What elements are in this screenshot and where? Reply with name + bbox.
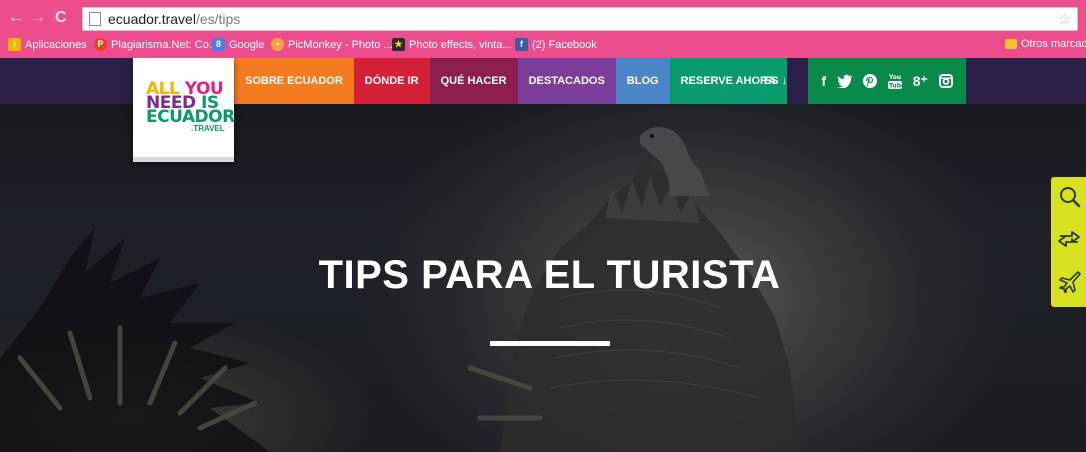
social-bar: f You Tube 8⁺ — [808, 58, 966, 104]
logo-travel: .TRAVEL — [191, 124, 225, 133]
browser-chrome: ← → C ecuador.travel/es/tips ☆ ⁝ Aplicaci… — [0, 0, 1086, 58]
bookmark-label: Plagiarisma.Net: Co... — [111, 38, 218, 51]
address-bar[interactable]: ecuador.travel/es/tips ☆ — [82, 7, 1078, 31]
language-selector[interactable]: ES ↓ — [753, 58, 798, 104]
airplane-icon[interactable] — [1057, 269, 1081, 293]
bookmark-photo-effects[interactable]: ★ Photo effects, vinta... — [392, 38, 512, 51]
svg-text:Tube: Tube — [889, 83, 902, 90]
photo-effects-icon: ★ — [392, 38, 405, 51]
bookmarks-bar: ⁝ Aplicaciones P Plagiarisma.Net: Co... 8G… — [0, 36, 1086, 56]
bookmark-facebook[interactable]: f (2) Facebook — [515, 38, 597, 51]
googleplus-icon[interactable]: 8⁺ — [913, 73, 928, 90]
bookmark-other[interactable]: Otros marcado — [1005, 38, 1086, 50]
apps-icon: ⁝ — [8, 38, 21, 51]
menu-donde-ir[interactable]: DÓNDE IR — [353, 58, 430, 104]
pinterest-icon[interactable] — [863, 74, 878, 88]
bookmark-label: (2) Facebook — [532, 38, 597, 51]
website: SOBRE ECUADOR DÓNDE IR QUÉ HACER DESTACA… — [0, 58, 1086, 452]
menu-destacados[interactable]: DESTACADOS — [517, 58, 616, 104]
google-icon: 8 — [212, 38, 225, 51]
youtube-icon[interactable]: You Tube — [888, 73, 903, 90]
svg-text:You: You — [888, 74, 901, 81]
hero-title: TIPS PARA EL TURISTA — [318, 253, 781, 297]
side-tools-panel — [1051, 177, 1086, 307]
reload-icon[interactable]: C — [55, 8, 67, 28]
bookmark-label: Google — [229, 38, 265, 51]
bookmark-label: Aplicaciones — [25, 38, 87, 51]
instagram-icon[interactable] — [938, 74, 953, 88]
menu-que-hacer[interactable]: QUÉ HACER — [429, 58, 518, 104]
twitter-icon[interactable] — [836, 74, 853, 88]
bookmark-label: Otros marcado — [1021, 38, 1086, 50]
main-menu: SOBRE ECUADOR DÓNDE IR QUÉ HACER DESTACA… — [234, 58, 787, 104]
bookmark-apps[interactable]: ⁝ Aplicaciones — [8, 38, 87, 51]
exchange-arrows-icon[interactable] — [1057, 227, 1081, 251]
url-path: /es/tips — [195, 11, 241, 27]
bookmark-label: Photo effects, vinta... — [409, 38, 512, 51]
language-label: ES — [763, 75, 779, 87]
back-icon[interactable]: ← — [8, 8, 24, 28]
facebook-icon[interactable]: f — [821, 73, 826, 89]
url-text[interactable]: ecuador.travel/es/tips — [108, 11, 240, 27]
lizard-image — [640, 127, 710, 196]
search-icon[interactable] — [1057, 185, 1081, 209]
bookmark-google[interactable]: 8 Google — [212, 38, 264, 51]
bookmark-picmonkey[interactable]: • PicMonkey - Photo ... — [271, 38, 393, 51]
bookmark-star-icon[interactable]: ☆ — [1058, 10, 1071, 28]
menu-blog[interactable]: BLOG — [615, 58, 670, 104]
menu-sobre-ecuador[interactable]: SOBRE ECUADOR — [234, 58, 354, 104]
page-icon — [89, 12, 101, 26]
down-arrow-icon: ↓ — [781, 75, 788, 87]
logo-line-3: ECUADOR — [146, 107, 235, 127]
picmonkey-icon: • — [271, 38, 284, 51]
folder-icon — [1005, 39, 1017, 49]
url-host: ecuador.travel — [108, 11, 196, 27]
facebook-icon: f — [515, 38, 528, 51]
plagiarisma-icon: P — [94, 38, 107, 51]
bookmark-label: PicMonkey - Photo ... — [288, 38, 393, 51]
bookmark-plagiarisma[interactable]: P Plagiarisma.Net: Co... — [94, 38, 218, 51]
forward-icon[interactable]: → — [30, 8, 46, 28]
site-logo[interactable]: ALL YOU NEED IS ECUADOR .TRAVEL — [133, 58, 235, 162]
title-underline — [490, 341, 610, 346]
address-row: ← → C ecuador.travel/es/tips ☆ — [0, 4, 1086, 34]
